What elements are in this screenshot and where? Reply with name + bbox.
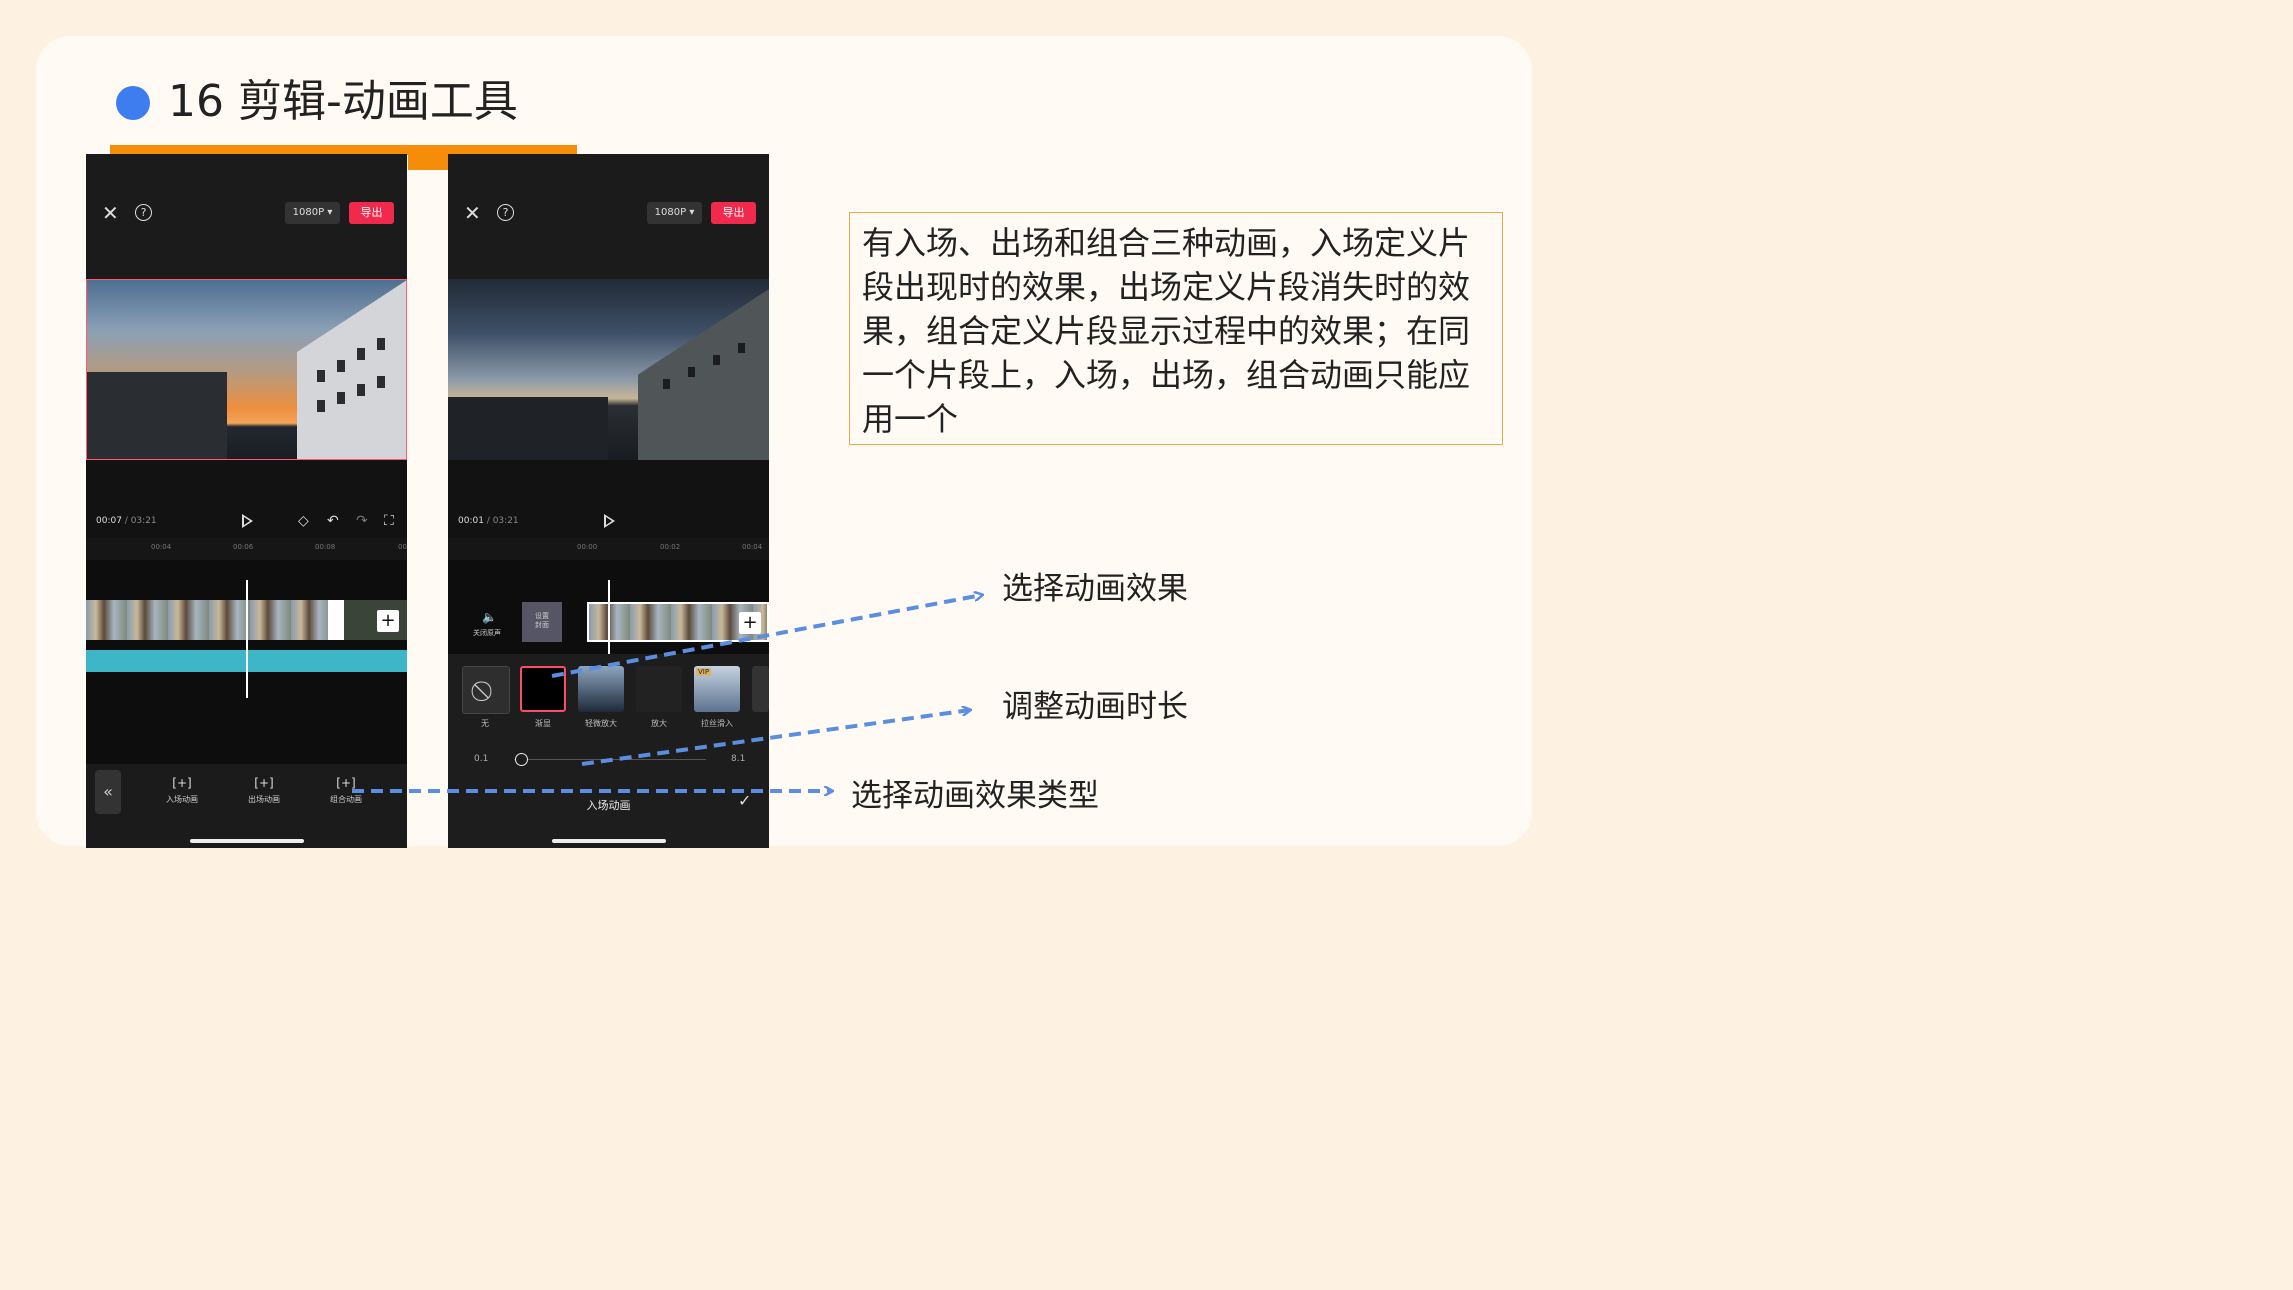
arrow-adjust-duration — [581, 710, 970, 766]
annotation-select-effect: 选择动画效果 — [1002, 571, 1188, 607]
annotation-adjust-duration: 调整动画时长 — [1002, 689, 1188, 725]
arrow-select-effect — [551, 595, 982, 678]
annotation-select-type: 选择动画效果类型 — [851, 778, 1099, 814]
annotation-arrows — [352, 0, 1568, 882]
